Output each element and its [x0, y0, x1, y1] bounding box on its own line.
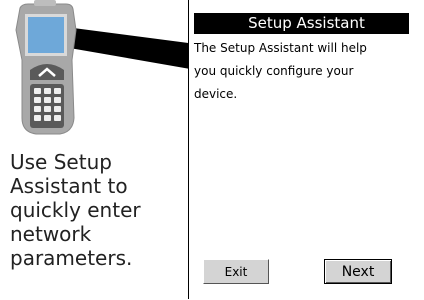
description-line: you quickly configure your — [194, 64, 354, 78]
keypad-icon — [30, 84, 64, 128]
caption-line: quickly enter — [10, 198, 141, 222]
caption-line: network — [10, 222, 92, 246]
description-text: The Setup Assistant will help you quickl… — [194, 37, 409, 106]
caption-text: Use Setup Assistant to quickly enter net… — [10, 150, 175, 270]
description-line: device. — [194, 87, 238, 101]
exit-button[interactable]: Exit — [203, 259, 269, 284]
setup-assistant-screen: Setup Assistant The Setup Assistant will… — [188, 0, 424, 299]
callout-pointer — [58, 26, 196, 70]
caption-line: Use Setup — [10, 150, 112, 174]
description-line: The Setup Assistant will help — [194, 41, 367, 55]
handheld-device-illustration — [15, 0, 196, 135]
device-screen — [28, 17, 64, 53]
window-title: Setup Assistant — [194, 13, 409, 34]
next-button[interactable]: Next — [324, 259, 392, 284]
caption-line: Assistant to — [10, 174, 128, 198]
caption-line: parameters. — [10, 246, 133, 270]
